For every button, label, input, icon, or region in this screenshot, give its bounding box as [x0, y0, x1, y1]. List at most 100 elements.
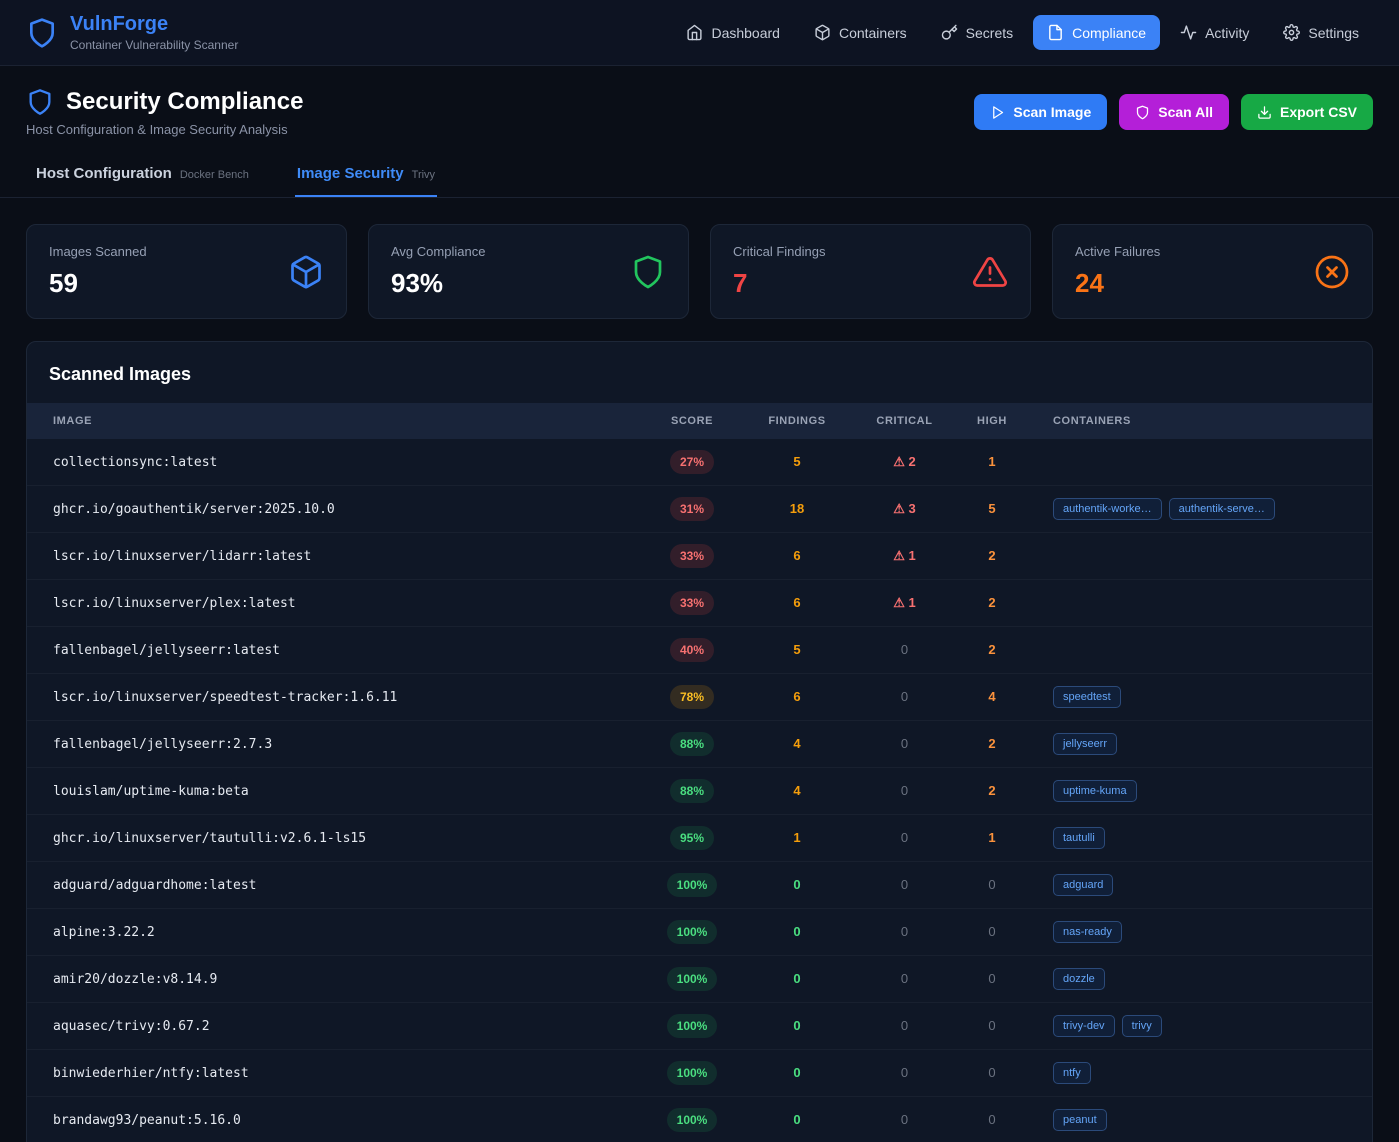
package-icon [288, 254, 324, 290]
nav-item-compliance[interactable]: Compliance [1033, 15, 1160, 50]
table-row[interactable]: lscr.io/linuxserver/speedtest-tracker:1.… [27, 674, 1372, 721]
tab-label: Host Configuration [36, 165, 172, 182]
nav-item-containers[interactable]: Containers [800, 15, 921, 50]
table-row[interactable]: louislam/uptime-kuma:beta 88% 4 0 2 upti… [27, 768, 1372, 815]
container-tag[interactable]: trivy [1122, 1015, 1162, 1037]
container-tag[interactable]: uptime-kuma [1053, 780, 1137, 802]
score-badge: 27% [670, 450, 714, 474]
table-row[interactable]: binwiederhier/ntfy:latest 100% 0 0 0 ntf… [27, 1050, 1372, 1097]
scan-all-button[interactable]: Scan All [1119, 94, 1229, 130]
export-csv-label: Export CSV [1280, 104, 1357, 120]
findings-count: 0 [793, 924, 800, 939]
package-icon [814, 24, 831, 41]
critical-count: 0 [901, 642, 908, 657]
container-tags: ntfy [1053, 1062, 1362, 1084]
container-tag[interactable]: ntfy [1053, 1062, 1091, 1084]
high-count: 2 [988, 783, 995, 798]
play-icon [990, 105, 1005, 120]
container-tags: dozzle [1053, 968, 1362, 990]
high-count: 0 [988, 1065, 995, 1080]
container-tag[interactable]: peanut [1053, 1109, 1107, 1131]
brand-subtitle: Container Vulnerability Scanner [70, 38, 238, 52]
critical-count: 0 [901, 971, 908, 986]
brand-name: VulnForge [70, 13, 238, 36]
nav-item-secrets[interactable]: Secrets [927, 15, 1027, 50]
nav-label: Compliance [1072, 25, 1146, 41]
stat-value: 7 [733, 268, 825, 299]
scanned-images-tbody: collectionsync:latest 27% 5 ⚠ 2 1 ghcr.i… [27, 439, 1372, 1142]
stat-label: Active Failures [1075, 244, 1160, 259]
critical-count: 0 [901, 924, 908, 939]
findings-count: 0 [793, 1065, 800, 1080]
high-count: 1 [988, 830, 995, 845]
table-title: Scanned Images [27, 342, 1372, 403]
score-badge: 33% [670, 591, 714, 615]
table-row[interactable]: fallenbagel/jellyseerr:latest 40% 5 0 2 [27, 627, 1372, 674]
scan-image-button[interactable]: Scan Image [974, 94, 1107, 130]
stat-value: 93% [391, 268, 485, 299]
container-tag[interactable]: adguard [1053, 874, 1113, 896]
high-count: 4 [988, 689, 995, 704]
nav-label: Settings [1308, 25, 1359, 41]
critical-count: 0 [901, 1112, 908, 1127]
critical-count: 0 [901, 1018, 908, 1033]
table-row[interactable]: amir20/dozzle:v8.14.9 100% 0 0 0 dozzle [27, 956, 1372, 1003]
score-badge: 100% [667, 920, 718, 944]
high-count: 5 [988, 501, 995, 516]
container-tag[interactable]: jellyseerr [1053, 733, 1117, 755]
container-tag[interactable]: trivy-dev [1053, 1015, 1115, 1037]
score-badge: 100% [667, 1108, 718, 1132]
table-row[interactable]: lscr.io/linuxserver/plex:latest 33% 6 ⚠ … [27, 580, 1372, 627]
critical-count: 0 [901, 1065, 908, 1080]
table-row[interactable]: ghcr.io/goauthentik/server:2025.10.0 31%… [27, 486, 1372, 533]
image-name: lscr.io/linuxserver/speedtest-tracker:1.… [53, 690, 397, 705]
table-row[interactable]: ghcr.io/linuxserver/tautulli:v2.6.1-ls15… [27, 815, 1372, 862]
table-row[interactable]: collectionsync:latest 27% 5 ⚠ 2 1 [27, 439, 1372, 486]
critical-count: ⚠ 1 [893, 548, 916, 563]
findings-count: 1 [793, 830, 800, 845]
container-tag[interactable]: tautulli [1053, 827, 1105, 849]
critical-count: 0 [901, 783, 908, 798]
container-tag[interactable]: authentik-worke… [1053, 498, 1162, 520]
stat-label: Critical Findings [733, 244, 825, 259]
home-icon [686, 24, 703, 41]
table-row[interactable]: aquasec/trivy:0.67.2 100% 0 0 0 trivy-de… [27, 1003, 1372, 1050]
tab-host-configuration[interactable]: Host Configuration Docker Bench [34, 153, 251, 197]
critical-count: 0 [901, 830, 908, 845]
nav-item-dashboard[interactable]: Dashboard [672, 15, 794, 50]
column-header-image: IMAGE [27, 403, 642, 439]
image-name: fallenbagel/jellyseerr:latest [53, 643, 280, 658]
image-name: lscr.io/linuxserver/lidarr:latest [53, 549, 311, 564]
image-name: collectionsync:latest [53, 455, 217, 470]
top-nav: VulnForge Container Vulnerability Scanne… [0, 0, 1399, 66]
table-row[interactable]: brandawg93/peanut:5.16.0 100% 0 0 0 pean… [27, 1097, 1372, 1142]
stat-card-images-scanned: Images Scanned 59 [26, 224, 347, 319]
container-tags: nas-ready [1053, 921, 1362, 943]
image-name: louislam/uptime-kuma:beta [53, 784, 249, 799]
table-row[interactable]: fallenbagel/jellyseerr:2.7.3 88% 4 0 2 j… [27, 721, 1372, 768]
page-subtitle: Host Configuration & Image Security Anal… [26, 122, 303, 137]
score-badge: 78% [670, 685, 714, 709]
file-icon [1047, 24, 1064, 41]
container-tags: jellyseerr [1053, 733, 1362, 755]
image-name: lscr.io/linuxserver/plex:latest [53, 596, 296, 611]
findings-count: 0 [793, 877, 800, 892]
nav-item-activity[interactable]: Activity [1166, 15, 1263, 50]
tab-image-security[interactable]: Image Security Trivy [295, 153, 437, 197]
table-row[interactable]: lscr.io/linuxserver/lidarr:latest 33% 6 … [27, 533, 1372, 580]
nav-item-settings[interactable]: Settings [1269, 15, 1373, 50]
findings-count: 0 [793, 1112, 800, 1127]
stat-card-active-failures: Active Failures 24 [1052, 224, 1373, 319]
page-header: Security Compliance Host Configuration &… [0, 66, 1399, 147]
shield-small-icon [1135, 105, 1150, 120]
container-tag[interactable]: authentik-serve… [1169, 498, 1275, 520]
container-tag[interactable]: speedtest [1053, 686, 1121, 708]
tab-bar: Host Configuration Docker Bench Image Se… [0, 147, 1399, 198]
findings-count: 0 [793, 1018, 800, 1033]
container-tags: uptime-kuma [1053, 780, 1362, 802]
table-row[interactable]: alpine:3.22.2 100% 0 0 0 nas-ready [27, 909, 1372, 956]
table-row[interactable]: adguard/adguardhome:latest 100% 0 0 0 ad… [27, 862, 1372, 909]
container-tag[interactable]: nas-ready [1053, 921, 1122, 943]
export-csv-button[interactable]: Export CSV [1241, 94, 1373, 130]
container-tag[interactable]: dozzle [1053, 968, 1105, 990]
